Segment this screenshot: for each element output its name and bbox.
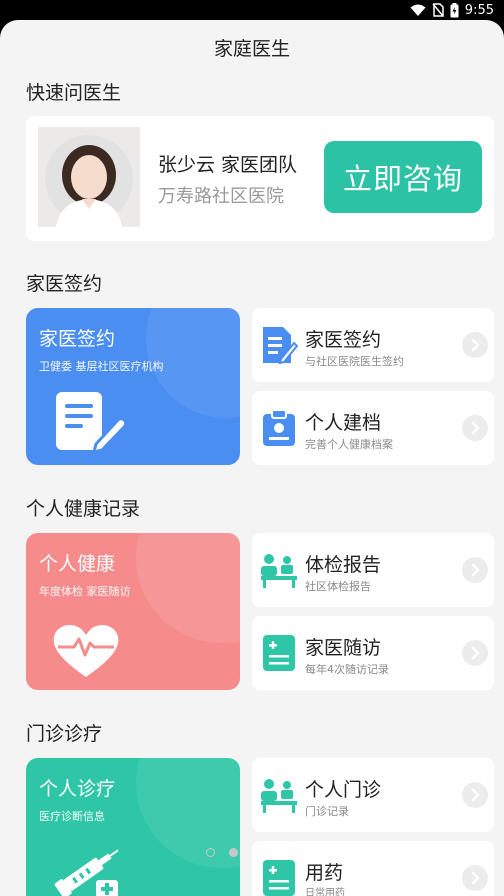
pager-dot-active[interactable] xyxy=(229,848,238,857)
sign-feature-card[interactable]: 家医签约 卫健委 基层社区医疗机构 xyxy=(26,308,240,465)
health-item-subtitle: 每年4次随访记录 xyxy=(305,663,389,676)
clinic-item-outpatient[interactable]: 个人门诊 门诊记录 xyxy=(252,758,494,832)
pager-dot[interactable] xyxy=(206,848,215,857)
sign-item-family-doctor[interactable]: 家医签约 与社区医院医生签约 xyxy=(252,308,494,382)
clinic-item-title: 个人门诊 xyxy=(305,779,382,801)
health-item-title: 体检报告 xyxy=(305,554,382,576)
calculator-icon xyxy=(259,858,299,896)
chevron-right-icon xyxy=(462,415,488,441)
sign-feature-subtitle: 卫健委 基层社区医疗机构 xyxy=(39,360,164,373)
wifi-icon xyxy=(410,4,426,17)
patient-bed-icon xyxy=(259,775,299,815)
sign-contract-icon xyxy=(259,325,299,365)
chevron-right-icon xyxy=(462,640,488,666)
status-time: 9:55 xyxy=(464,2,494,18)
document-pen-icon xyxy=(56,392,128,458)
chevron-right-icon xyxy=(462,782,488,808)
no-sim-icon xyxy=(432,3,444,17)
sign-feature-title: 家医签约 xyxy=(39,328,116,350)
consult-now-button[interactable]: 立即咨询 xyxy=(324,141,482,213)
clinic-feature-card[interactable]: 个人诊疗 医疗诊断信息 xyxy=(26,758,240,896)
status-bar: 9:55 xyxy=(0,0,504,20)
heart-pulse-icon xyxy=(52,623,120,683)
calculator-icon xyxy=(259,633,299,673)
section-title-clinic: 门诊诊疗 xyxy=(26,723,103,745)
clinic-item-title: 用药 xyxy=(305,862,344,884)
doctor-avatar xyxy=(38,127,140,227)
section-title-quick-ask: 快速问医生 xyxy=(26,82,122,104)
patient-bed-icon xyxy=(259,550,299,590)
clinic-feature-subtitle: 医疗诊断信息 xyxy=(39,810,105,823)
page-title: 家庭医生 xyxy=(213,38,290,60)
health-feature-card[interactable]: 个人健康 年度体检 家医随访 xyxy=(26,533,240,690)
sign-item-title: 个人建档 xyxy=(305,412,382,434)
syringe-icon xyxy=(48,840,128,896)
sign-item-subtitle: 与社区医院医生签约 xyxy=(305,355,404,368)
doctor-name: 张少云 家医团队 xyxy=(158,154,298,176)
status-icons: 9:55 xyxy=(410,2,494,18)
health-feature-subtitle: 年度体检 家医随访 xyxy=(39,585,131,598)
health-item-subtitle: 社区体检报告 xyxy=(305,580,371,593)
sign-item-personal-record[interactable]: 个人建档 完善个人健康档案 xyxy=(252,391,494,465)
clinic-item-subtitle: 门诊记录 xyxy=(305,805,349,818)
sign-item-subtitle: 完善个人健康档案 xyxy=(305,438,393,451)
section-title-health: 个人健康记录 xyxy=(26,498,141,520)
clinic-item-subtitle: 日常用药 xyxy=(305,888,345,896)
chevron-right-icon xyxy=(462,865,488,891)
battery-icon xyxy=(450,2,459,18)
section-title-sign: 家医签约 xyxy=(26,273,103,295)
clipboard-icon xyxy=(259,408,299,448)
carousel-pager xyxy=(206,848,238,857)
health-item-title: 家医随访 xyxy=(305,637,382,659)
page-sheet: 家庭医生 快速问医生 张少云 家医团队 万寿路社区医院 立即咨询 家医签约 家医… xyxy=(0,20,504,896)
clinic-item-medication[interactable]: 用药 日常用药 xyxy=(252,841,494,896)
decor-bubble xyxy=(136,533,240,643)
sign-item-title: 家医签约 xyxy=(305,329,382,351)
chevron-right-icon xyxy=(462,332,488,358)
health-item-exam-report[interactable]: 体检报告 社区体检报告 xyxy=(252,533,494,607)
clinic-feature-title: 个人诊疗 xyxy=(39,778,116,800)
doctor-hospital: 万寿路社区医院 xyxy=(158,186,284,207)
doctor-card[interactable]: 张少云 家医团队 万寿路社区医院 立即咨询 xyxy=(26,116,494,241)
health-item-followup[interactable]: 家医随访 每年4次随访记录 xyxy=(252,616,494,690)
chevron-right-icon xyxy=(462,557,488,583)
health-feature-title: 个人健康 xyxy=(39,553,116,575)
